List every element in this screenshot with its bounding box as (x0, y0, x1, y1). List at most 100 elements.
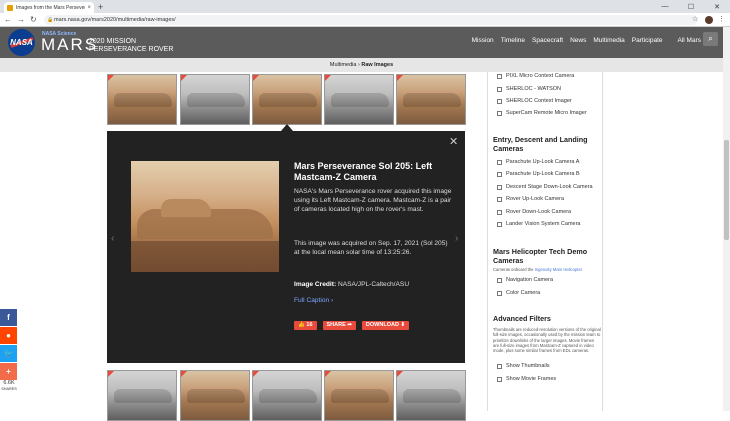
image-thumbnail[interactable] (324, 370, 394, 421)
checkbox[interactable] (497, 221, 502, 227)
more-share-icon[interactable]: + (0, 363, 17, 380)
minimize-icon[interactable]: — (652, 0, 678, 13)
reddit-share-icon[interactable]: ● (0, 327, 17, 344)
image-credit: Image Credit: NASA/JPL-Caltech/ASU (294, 281, 459, 288)
lock-icon: 🔒 (47, 17, 54, 23)
checkbox[interactable] (497, 159, 502, 165)
filter-lander-vision[interactable]: Lander Vision System Camera (497, 221, 581, 227)
filter-label: SHERLOC Context Imager (506, 98, 572, 104)
thumbs-up-icon: 👍 (298, 322, 305, 328)
checkbox[interactable] (497, 184, 502, 190)
nav-participate[interactable]: Participate (632, 37, 663, 44)
nav-timeline[interactable]: Timeline (501, 37, 525, 44)
reload-icon[interactable]: ↻ (30, 15, 37, 25)
favicon-icon (7, 4, 13, 11)
tab-close-icon[interactable]: × (87, 5, 91, 11)
breadcrumb-section[interactable]: Multimedia (330, 62, 357, 68)
url-field[interactable]: 🔒 mars.nasa.gov/mars2020/multimedia/raw-… (44, 15, 698, 25)
nasa-logo-text: NASA (10, 38, 33, 47)
checkbox[interactable] (497, 363, 502, 369)
mars-rock-image[interactable] (131, 161, 279, 272)
nav-spacecraft[interactable]: Spacecraft (532, 37, 563, 44)
filter-label: Rover Down-Look Camera (506, 209, 572, 215)
filter-label: Lander Vision System Camera (506, 221, 581, 227)
filter-rover-up[interactable]: Rover Up-Look Camera (497, 196, 564, 202)
checkbox[interactable] (497, 86, 502, 92)
filter-heli-navigation[interactable]: Navigation Camera (497, 277, 553, 283)
forward-icon[interactable]: → (17, 15, 25, 25)
image-acquired-text: This image was acquired on Sep. 17, 2021… (294, 240, 448, 256)
breadcrumb: Multimedia › Raw Images (0, 58, 723, 72)
image-thumbnail[interactable] (324, 74, 394, 125)
checkbox[interactable] (497, 98, 502, 104)
checkbox[interactable] (497, 277, 502, 283)
nav-all-mars[interactable]: All Mars (678, 37, 701, 44)
browser-tab[interactable]: Images from the Mars Perseverance Rover … (4, 2, 94, 13)
filter-rover-down[interactable]: Rover Down-Look Camera (497, 209, 571, 215)
share-button[interactable]: SHARE ➦ (322, 321, 356, 330)
back-icon[interactable]: ← (4, 15, 12, 25)
share-label: SHARE (326, 322, 346, 328)
scrollbar-thumb[interactable] (724, 140, 729, 240)
checkbox[interactable] (497, 171, 502, 177)
filter-heli-color[interactable]: Color Camera (497, 290, 540, 296)
image-thumbnail[interactable] (396, 74, 466, 125)
filter-sidebar: PIXL Micro Context Camera SHERLOC - WATS… (487, 72, 603, 411)
checkbox[interactable] (497, 376, 502, 382)
filter-label: Navigation Camera (506, 277, 554, 283)
chevron-left-icon[interactable]: ‹ (111, 233, 114, 244)
download-button[interactable]: DOWNLOAD ⬇ (361, 321, 410, 330)
helicopter-note: Cameras onboard the Ingenuity Mars Helic… (493, 267, 601, 272)
filter-supercam-rmi[interactable]: SuperCam Remote Micro Imager (497, 110, 587, 116)
image-thumbnail[interactable] (107, 74, 177, 125)
filter-label: SHERLOC - WATSON (506, 86, 562, 92)
browser-menu-icon[interactable]: ⋮ (718, 15, 725, 23)
image-thumbnail[interactable] (180, 370, 250, 421)
ingenuity-link[interactable]: Ingenuity Mars Helicopter (535, 267, 582, 272)
new-tab-button[interactable]: + (98, 2, 103, 12)
nav-multimedia[interactable]: Multimedia (593, 37, 624, 44)
filter-show-thumbnails[interactable]: Show Thumbnails (497, 363, 550, 369)
like-button[interactable]: 👍 16 (294, 321, 317, 330)
image-thumbnail[interactable] (252, 370, 322, 421)
facebook-share-icon[interactable]: f (0, 309, 17, 326)
filter-parachute-b[interactable]: Parachute Up-Look Camera B (497, 171, 580, 177)
checkbox[interactable] (497, 196, 502, 202)
filter-sherloc-context[interactable]: SHERLOC Context Imager (497, 98, 572, 104)
filter-show-movie-frames[interactable]: Show Movie Frames (497, 376, 556, 382)
checkbox[interactable] (497, 290, 502, 296)
profile-avatar[interactable] (705, 16, 713, 24)
close-window-icon[interactable]: ✕ (704, 0, 730, 13)
image-thumbnail[interactable] (396, 370, 466, 421)
filter-label: Rover Up-Look Camera (506, 196, 565, 202)
top-nav: Mission Timeline Spacecraft News Multime… (472, 37, 701, 44)
mission-line-2: PERSEVERANCE ROVER (89, 46, 174, 53)
credit-label: Image Credit: (294, 281, 337, 288)
checkbox[interactable] (497, 209, 502, 215)
filter-label: Color Camera (506, 290, 541, 296)
share-arrow-icon: ➦ (347, 322, 352, 328)
chevron-right-icon[interactable]: › (455, 233, 458, 244)
nav-mission[interactable]: Mission (472, 37, 494, 44)
full-caption-link[interactable]: Full Caption › (294, 297, 333, 304)
like-count: 16 (306, 322, 313, 328)
twitter-share-icon[interactable]: 🐦 (0, 345, 17, 362)
filter-sherloc-watson[interactable]: SHERLOC - WATSON (497, 86, 561, 92)
filter-parachute-a[interactable]: Parachute Up-Look Camera A (497, 159, 579, 165)
image-thumbnail[interactable] (252, 74, 322, 125)
bookmark-star-icon[interactable]: ☆ (692, 15, 698, 23)
brand-mission: 2020 MISSION PERSEVERANCE ROVER (89, 38, 173, 54)
image-thumbnail[interactable] (180, 74, 250, 125)
nasa-logo[interactable]: NASA (8, 29, 35, 56)
search-icon[interactable]: ⌕ (703, 32, 718, 46)
image-thumbnail[interactable] (107, 370, 177, 421)
nav-news[interactable]: News (570, 37, 586, 44)
checkbox[interactable] (497, 73, 502, 79)
browser-tab-bar: Images from the Mars Perseverance Rover … (0, 0, 730, 13)
maximize-icon[interactable]: ☐ (678, 0, 704, 13)
filter-descent-stage[interactable]: Descent Stage Down-Look Camera (497, 184, 593, 190)
checkbox[interactable] (497, 110, 502, 116)
close-icon[interactable]: ✕ (449, 137, 458, 148)
filter-pixl-mcc[interactable]: PIXL Micro Context Camera (497, 73, 574, 79)
download-label: DOWNLOAD (365, 322, 399, 328)
